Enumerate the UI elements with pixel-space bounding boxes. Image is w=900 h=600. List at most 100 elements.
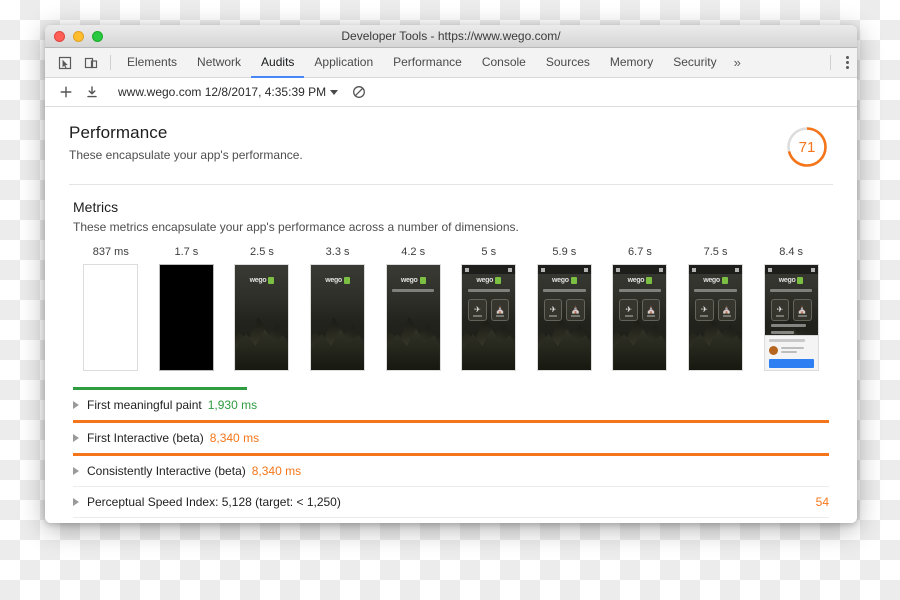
metric-progress-fill bbox=[73, 420, 829, 423]
window-titlebar: Developer Tools - https://www.wego.com/ bbox=[45, 25, 857, 48]
plus-icon[interactable] bbox=[53, 85, 79, 99]
tab-label: Security bbox=[673, 55, 717, 69]
tab-performance[interactable]: Performance bbox=[383, 48, 472, 78]
filmstrip-frame[interactable]: 8.4 s wego ✈ ⛪ bbox=[753, 246, 829, 371]
metric-progress-fill bbox=[73, 387, 247, 390]
expand-triangle-icon[interactable] bbox=[73, 498, 79, 506]
frame-thumbnail bbox=[158, 264, 214, 371]
filmstrip-frame[interactable]: 837 ms bbox=[73, 246, 149, 371]
inspect-element-icon[interactable] bbox=[52, 48, 78, 77]
no-entry-icon[interactable] bbox=[346, 85, 372, 99]
score-value: 71 bbox=[798, 138, 816, 156]
tab-sources[interactable]: Sources bbox=[536, 48, 600, 78]
filmstrip: 837 ms 1.7 s 2.5 s wego 3.3 s wego 4.2 s… bbox=[73, 246, 829, 371]
frame-thumbnail: wego ✈ ⛪ bbox=[612, 264, 668, 371]
frame-thumbnail bbox=[83, 264, 139, 371]
window-controls bbox=[45, 30, 103, 42]
metric-label: First Interactive (beta) bbox=[87, 431, 204, 445]
metric-row[interactable]: Consistently Interactive (beta) 8,340 ms bbox=[45, 453, 857, 486]
performance-score-gauge: 71 bbox=[785, 125, 829, 169]
page-title: Performance bbox=[69, 123, 168, 142]
frame-thumbnail: wego ✈ ⛪ bbox=[461, 264, 517, 371]
tab-label: Network bbox=[197, 55, 242, 69]
metrics-list: First meaningful paint 1,930 ms First In… bbox=[45, 387, 857, 523]
audit-run-label: www.wego.com 12/8/2017, 4:35:39 PM bbox=[118, 85, 327, 99]
metric-value: 8,340 ms bbox=[251, 464, 302, 478]
zoom-button[interactable] bbox=[92, 30, 103, 42]
metric-row[interactable]: Estimated Input Latency: 41 ms (target: … bbox=[45, 518, 857, 523]
frame-timestamp: 4.2 s bbox=[401, 246, 426, 258]
filmstrip-frame[interactable]: 3.3 s wego bbox=[300, 246, 376, 371]
expand-triangle-icon[interactable] bbox=[73, 401, 79, 409]
kebab-menu-icon[interactable] bbox=[837, 48, 857, 77]
metrics-description: These metrics encapsulate your app's per… bbox=[73, 220, 519, 234]
audit-toolbar: www.wego.com 12/8/2017, 4:35:39 PM bbox=[45, 78, 857, 107]
tab-memory[interactable]: Memory bbox=[600, 48, 663, 78]
tab-network[interactable]: Network bbox=[187, 48, 251, 78]
tab-audits[interactable]: Audits bbox=[251, 48, 305, 78]
audit-report: Performance These encapsulate your app's… bbox=[45, 107, 857, 523]
window-title: Developer Tools - https://www.wego.com/ bbox=[341, 28, 561, 43]
filmstrip-frame[interactable]: 5 s wego ✈ ⛪ bbox=[451, 246, 527, 371]
frame-timestamp: 5.9 s bbox=[552, 246, 577, 258]
frame-thumbnail: wego bbox=[234, 264, 290, 371]
expand-triangle-icon[interactable] bbox=[73, 434, 79, 442]
tab-security[interactable]: Security bbox=[663, 48, 726, 78]
tab-label: Audits bbox=[261, 55, 295, 69]
frame-thumbnail: wego bbox=[385, 264, 441, 371]
metric-value: 1,930 ms bbox=[207, 398, 258, 412]
metric-row[interactable]: First Interactive (beta) 8,340 ms bbox=[45, 420, 857, 453]
tab-label: Elements bbox=[127, 55, 178, 69]
tab-label: Performance bbox=[393, 55, 462, 69]
tab-application[interactable]: Application bbox=[304, 48, 383, 78]
tab-label: Application bbox=[314, 55, 374, 69]
devtools-window: Developer Tools - https://www.wego.com/ … bbox=[45, 25, 857, 523]
metric-label: First meaningful paint bbox=[87, 398, 202, 412]
metric-progress-track bbox=[73, 387, 829, 390]
tab-label: Sources bbox=[545, 55, 590, 69]
devtools-tab-list: Elements Network Audits Application Perf… bbox=[117, 48, 824, 78]
toolbar-divider bbox=[110, 55, 111, 70]
metric-label: Consistently Interactive (beta) bbox=[87, 464, 246, 478]
filmstrip-frame[interactable]: 2.5 s wego bbox=[224, 246, 300, 371]
frame-thumbnail: wego bbox=[310, 264, 366, 371]
metric-row[interactable]: First meaningful paint 1,930 ms bbox=[45, 387, 857, 420]
frame-timestamp: 5 s bbox=[481, 246, 497, 258]
performance-header: Performance These encapsulate your app's… bbox=[45, 107, 857, 169]
minimize-button[interactable] bbox=[73, 30, 84, 42]
metrics-section: Metrics These metrics encapsulate your a… bbox=[45, 185, 857, 371]
close-button[interactable] bbox=[54, 30, 65, 42]
toolbar-divider-right bbox=[830, 55, 831, 70]
device-toolbar-icon[interactable] bbox=[78, 48, 104, 77]
page-subtitle: These encapsulate your app's performance… bbox=[69, 148, 303, 162]
filmstrip-frame[interactable]: 5.9 s wego ✈ ⛪ bbox=[527, 246, 603, 371]
filmstrip-frame[interactable]: 7.5 s wego ✈ ⛪ bbox=[678, 246, 754, 371]
frame-timestamp: 6.7 s bbox=[628, 246, 652, 258]
metric-label: Perceptual Speed Index: 5,128 (target: <… bbox=[87, 495, 341, 509]
frame-timestamp: 8.4 s bbox=[779, 246, 804, 258]
metric-score: 54 bbox=[815, 495, 829, 509]
frame-timestamp: 3.3 s bbox=[325, 246, 350, 258]
filmstrip-frame[interactable]: 4.2 s wego bbox=[375, 246, 451, 371]
frame-timestamp: 837 ms bbox=[92, 246, 129, 258]
filmstrip-frame[interactable]: 1.7 s bbox=[149, 246, 225, 371]
expand-triangle-icon[interactable] bbox=[73, 467, 79, 475]
frame-timestamp: 7.5 s bbox=[703, 246, 728, 258]
audit-run-selector[interactable]: www.wego.com 12/8/2017, 4:35:39 PM bbox=[118, 85, 339, 99]
frame-thumbnail: wego ✈ ⛪ bbox=[536, 264, 592, 371]
tab-console[interactable]: Console bbox=[472, 48, 536, 78]
more-tabs-icon[interactable]: » bbox=[727, 48, 748, 77]
frame-thumbnail: wego ✈ ⛪ bbox=[763, 264, 819, 371]
metrics-title: Metrics bbox=[73, 199, 119, 215]
tab-label: Memory bbox=[609, 55, 654, 69]
metric-value: 8,340 ms bbox=[209, 431, 260, 445]
metric-row[interactable]: Perceptual Speed Index: 5,128 (target: <… bbox=[45, 487, 857, 517]
tab-label: Console bbox=[481, 55, 526, 69]
chevron-down-icon bbox=[330, 89, 339, 95]
download-icon[interactable] bbox=[79, 85, 105, 99]
frame-timestamp: 2.5 s bbox=[250, 246, 274, 258]
metric-progress-track bbox=[73, 453, 829, 456]
filmstrip-frame[interactable]: 6.7 s wego ✈ ⛪ bbox=[602, 246, 678, 371]
metric-progress-track bbox=[73, 420, 829, 423]
tab-elements[interactable]: Elements bbox=[117, 48, 187, 78]
